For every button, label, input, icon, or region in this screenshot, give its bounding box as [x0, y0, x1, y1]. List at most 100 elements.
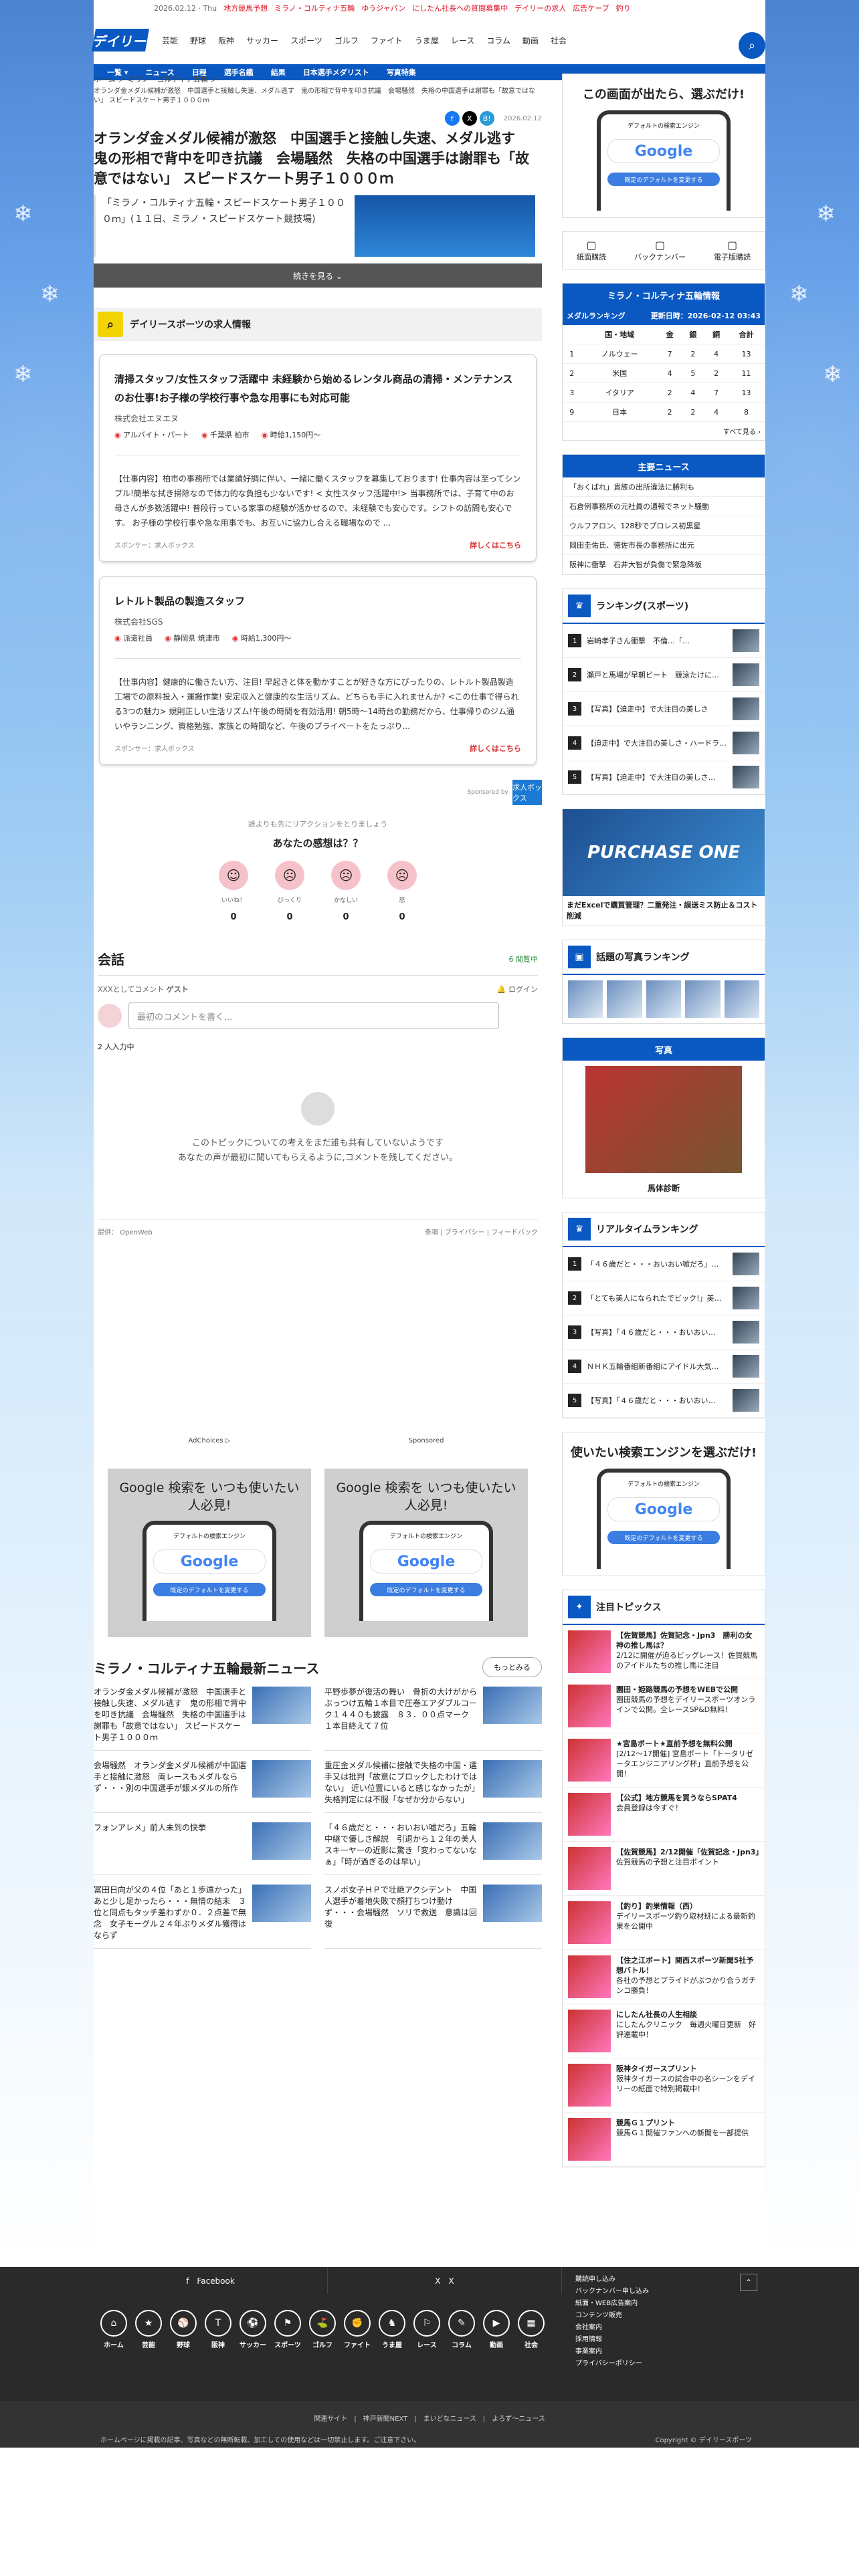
photo-thumb[interactable]: [685, 980, 721, 1018]
topic-item[interactable]: 【住之江ボート】関西スポーツ新聞5社予想バトル！ 各社の予想とプライドがぶつかり合…: [563, 1950, 765, 2004]
promo-banner[interactable]: PURCHASE ONE: [563, 809, 765, 896]
footer-icon-geinou[interactable]: ★ 芸能: [135, 2310, 162, 2349]
footer-x-link[interactable]: X X: [328, 2267, 562, 2294]
topic-item[interactable]: 園田・姫路競馬の予想をWEBで公開 園田競馬の予想をデイリースポーツオンラインで公…: [563, 1679, 765, 1733]
nav-item[interactable]: 社会: [551, 35, 567, 46]
topic-item[interactable]: 【佐賀競馬】佐賀記念・Jpn3 勝利の女神の推し馬は？ 2/12に開催が迫るビッグ…: [563, 1625, 765, 1679]
topic-item[interactable]: 競馬Ｇ１プリント 競馬Ｇ１開催ファンへの新聞を一部提供: [563, 2113, 765, 2167]
footer-link[interactable]: 購読申し込み: [575, 2274, 649, 2286]
link-backnumber[interactable]: バックナンバー: [634, 239, 686, 262]
news-more-button[interactable]: もっとみる: [482, 1657, 542, 1677]
topic-item[interactable]: 阪神タイガースプリント 阪神タイガースの試合中の名シーンをデイリーの紙面で特別掲載…: [563, 2058, 765, 2113]
topbar-link[interactable]: ゆうジャパン: [361, 3, 405, 13]
news-item[interactable]: 冨田日向が父の４位「あと１歩遠かった」あと少し足かったら・・・無情の結末 ３位と…: [94, 1885, 311, 1949]
nav-item[interactable]: ゴルフ: [335, 35, 359, 46]
ad-block[interactable]: AdChoices ▷ Google 検索を いつも使いたい人必見! デフォルト…: [108, 1437, 311, 1637]
ranking-row[interactable]: 5 【写真】【迫走中】で大注目の美しさ…: [563, 760, 765, 794]
ranking-row[interactable]: 2 「とても美人になられたでビック!」美…: [563, 1281, 765, 1315]
x-icon[interactable]: X: [462, 111, 477, 126]
footer-link[interactable]: コンテンツ販売: [575, 2310, 649, 2322]
footer-icon-society[interactable]: ▦ 社会: [518, 2310, 545, 2349]
nav-item[interactable]: ファイト: [371, 35, 403, 46]
job-card[interactable]: レトルト製品の製造スタッフ 株式会社SGS 派遣社員 静岡県 焼津市 時給1,3…: [99, 576, 537, 765]
site-logo[interactable]: デイリー: [92, 29, 149, 51]
topbar-link[interactable]: デイリーの求人: [514, 3, 566, 13]
footer-icon-hanshin[interactable]: T 阪神: [205, 2310, 231, 2349]
medal-all-link[interactable]: すべて見る ›: [563, 422, 765, 440]
footer-icon-horse[interactable]: ♞ うま屋: [379, 2310, 405, 2349]
nav-item[interactable]: 芸能: [162, 35, 178, 46]
footer-icon-baseball[interactable]: ⚾ 野球: [170, 2310, 197, 2349]
table-row[interactable]: 1 ノルウェー 7 2 4 13: [563, 344, 765, 364]
ranking-row[interactable]: 4 ＮＨＫ五輪番組新番組にアイドル大気…: [563, 1350, 765, 1384]
ranking-row[interactable]: 5 【写真】「４６歳だと・・・おいおい…: [563, 1384, 765, 1418]
topbar-link[interactable]: 広告ケーブ: [573, 3, 609, 13]
kyujin-box-logo[interactable]: 求人ボックス: [512, 780, 542, 805]
ranking-row[interactable]: 2 瀬戸と馬場が早朝ビート 競泳たけに…: [563, 658, 765, 692]
list-item[interactable]: 石倉例事務所の元社員の通報でネット騒動: [563, 497, 765, 516]
breadcrumb[interactable]: ホーム ＞ ミラノ・コルティナ五輪 ＞: [94, 74, 542, 84]
topic-item[interactable]: 【佐賀競馬】2/12開催「佐賀記念・Jpn3」 佐賀競馬の予想と注目ポイント: [563, 1842, 765, 1896]
promo-ad[interactable]: PURCHASE ONE まだExcelで購買管理？二重発注・誤送ミス防止＆コス…: [562, 809, 765, 926]
footer-facebook-link[interactable]: f Facebook: [94, 2267, 328, 2294]
topbar-link[interactable]: にしたん社長への質問募集中: [412, 3, 508, 13]
footer-icon-home[interactable]: ⌂ ホーム: [100, 2310, 127, 2349]
ranking-row[interactable]: 1 「４６歳だと・・・おいおい嘘だろ」…: [563, 1247, 765, 1281]
topic-item[interactable]: ★宮島ボート★直前予想を無料公開 [2/12〜17開催] 宮島ボート「トータリゼー…: [563, 1733, 765, 1788]
adchoices-label[interactable]: AdChoices ▷: [108, 1437, 311, 1444]
job-title[interactable]: レトルト製品の製造スタッフ: [114, 592, 521, 611]
comments-terms[interactable]: 条項 | プライバシー | フィードバック: [425, 1226, 538, 1237]
news-item[interactable]: 会場騒然 オランダ金メダル候補が中国選手と接触に激怒 両レースもメダルならず・・…: [94, 1760, 311, 1813]
news-item[interactable]: スノボ女子ＨＰで壮絶アクシデント 中国人選手が着地失敗で顔打ちつけ動けず・・・会…: [324, 1885, 542, 1949]
nav-item[interactable]: 野球: [190, 35, 206, 46]
topic-item[interactable]: 【公式】地方競馬を買うならSPAT4 会員登録は今すぐ！: [563, 1788, 765, 1842]
link-print[interactable]: 紙面購読: [577, 239, 606, 262]
photo-thumb[interactable]: [568, 980, 603, 1018]
comment-input[interactable]: 最初のコメントを書く...: [128, 1002, 499, 1029]
google-ad[interactable]: Google 検索を いつも使いたい人必見! デフォルトの検索エンジン Goog…: [324, 1469, 528, 1637]
footer-link[interactable]: 会社案内: [575, 2322, 649, 2334]
footer-icon-column[interactable]: ✎ コラム: [448, 2310, 475, 2349]
footer-link[interactable]: プライバシーポリシー: [575, 2358, 649, 2370]
nav-item[interactable]: コラム: [486, 35, 510, 46]
topic-item[interactable]: にしたん社長の人生相談 にしたんクリニック 毎週火曜日更新 好評連載中！: [563, 2004, 765, 2058]
news-item[interactable]: 重圧金メダル候補に接触で失格の中国・選手又は批判「故意にブロックしたわけではない…: [324, 1760, 542, 1813]
topbar-link[interactable]: ミラノ・コルティナ五輪: [274, 3, 355, 13]
nav-item[interactable]: スポーツ: [290, 35, 322, 46]
list-item[interactable]: ウルフアロン、128秒でプロレス初黒星: [563, 516, 765, 536]
ad-block[interactable]: Sponsored Google 検索を いつも使いたい人必見! デフォルトの検…: [324, 1437, 528, 1637]
nav-item[interactable]: うま屋: [415, 35, 439, 46]
sidebar-ad[interactable]: この画面が出たら、選ぶだけ! デフォルトの検索エンジン Google 既定のデフ…: [562, 74, 765, 218]
nav-item[interactable]: サッカー: [246, 35, 278, 46]
news-item[interactable]: 平野歩夢が復活の舞い 骨折の大けがからぶっつけ五輪１本目で圧巻エアダブルコーク１…: [324, 1687, 542, 1751]
footer-link[interactable]: 事業案内: [575, 2346, 649, 2358]
google-ad[interactable]: Google 検索を いつも使いたい人必見! デフォルトの検索エンジン Goog…: [108, 1469, 311, 1637]
job-more-link[interactable]: 詳しくはこちら: [470, 540, 521, 550]
horse-photo[interactable]: [585, 1066, 742, 1173]
topbar-link[interactable]: 釣り: [616, 3, 631, 13]
table-row[interactable]: 2 米国 4 5 2 11: [563, 363, 765, 383]
news-item[interactable]: オランダ金メダル候補が激怒 中国選手と接触し失速、メダル逃す 鬼の形相で背中を叩…: [94, 1687, 311, 1751]
photo-thumb[interactable]: [724, 980, 760, 1018]
bell-icon[interactable]: 🔔: [497, 985, 506, 994]
job-more-link[interactable]: 詳しくはこちら: [470, 743, 521, 754]
reaction-like[interactable]: ☺ いいね！ 0: [217, 861, 250, 922]
reaction-angry[interactable]: ☹ 怒 0: [386, 861, 418, 922]
reaction-sad[interactable]: ☹ かなしい 0: [330, 861, 362, 922]
nav-item[interactable]: 動画: [522, 35, 539, 46]
footer-icon-race[interactable]: ⚐ レース: [413, 2310, 440, 2349]
photo-thumb[interactable]: [646, 980, 682, 1018]
sidebar-ad[interactable]: 使いたい検索エンジンを選ぶだけ! デフォルトの検索エンジン Google 既定の…: [562, 1432, 765, 1576]
footer-icon-golf[interactable]: ⛳ ゴルフ: [309, 2310, 336, 2349]
footer-link[interactable]: 採用情報: [575, 2334, 649, 2346]
footer-icon-sports[interactable]: ⚑ スポーツ: [274, 2310, 301, 2349]
list-item[interactable]: 岡田圭佑氏、徳佐市長の事務所に出元: [563, 536, 765, 555]
nav-item[interactable]: 阪神: [218, 35, 234, 46]
footer-icon-fight[interactable]: ✊ ファイト: [344, 2310, 371, 2349]
job-card[interactable]: 清掃スタッフ/女性スタッフ活躍中 未経験から始めるレンタル商品の清掃・メンテナン…: [99, 354, 537, 562]
nav-item[interactable]: レース: [451, 35, 474, 46]
article-photo[interactable]: [355, 195, 535, 257]
footer-link[interactable]: 紙面・WEB広告案内: [575, 2298, 649, 2310]
scroll-top-icon[interactable]: ⌃: [740, 2274, 757, 2291]
hatena-icon[interactable]: B!: [479, 111, 494, 126]
